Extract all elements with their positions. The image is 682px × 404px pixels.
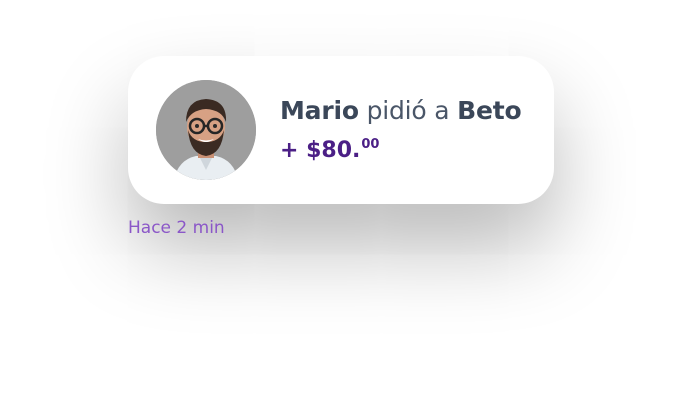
user-avatar-photo-icon <box>156 80 256 180</box>
request-action-text: pidió a <box>366 96 450 125</box>
request-message: Mario pidió a Beto <box>280 96 522 125</box>
avatar <box>156 80 256 180</box>
amount-main: + $80. <box>280 138 361 163</box>
sender-name: Mario <box>280 96 359 125</box>
recipient-name: Beto <box>457 96 522 125</box>
request-amount: + $80.00 <box>280 137 380 163</box>
amount-cents: 00 <box>361 137 380 152</box>
notification-stage: Mario pidió a Beto + $80.00 Hace 2 min <box>0 0 682 404</box>
timestamp-label: Hace 2 min <box>128 218 225 238</box>
payment-request-card[interactable]: Mario pidió a Beto + $80.00 <box>128 56 554 204</box>
